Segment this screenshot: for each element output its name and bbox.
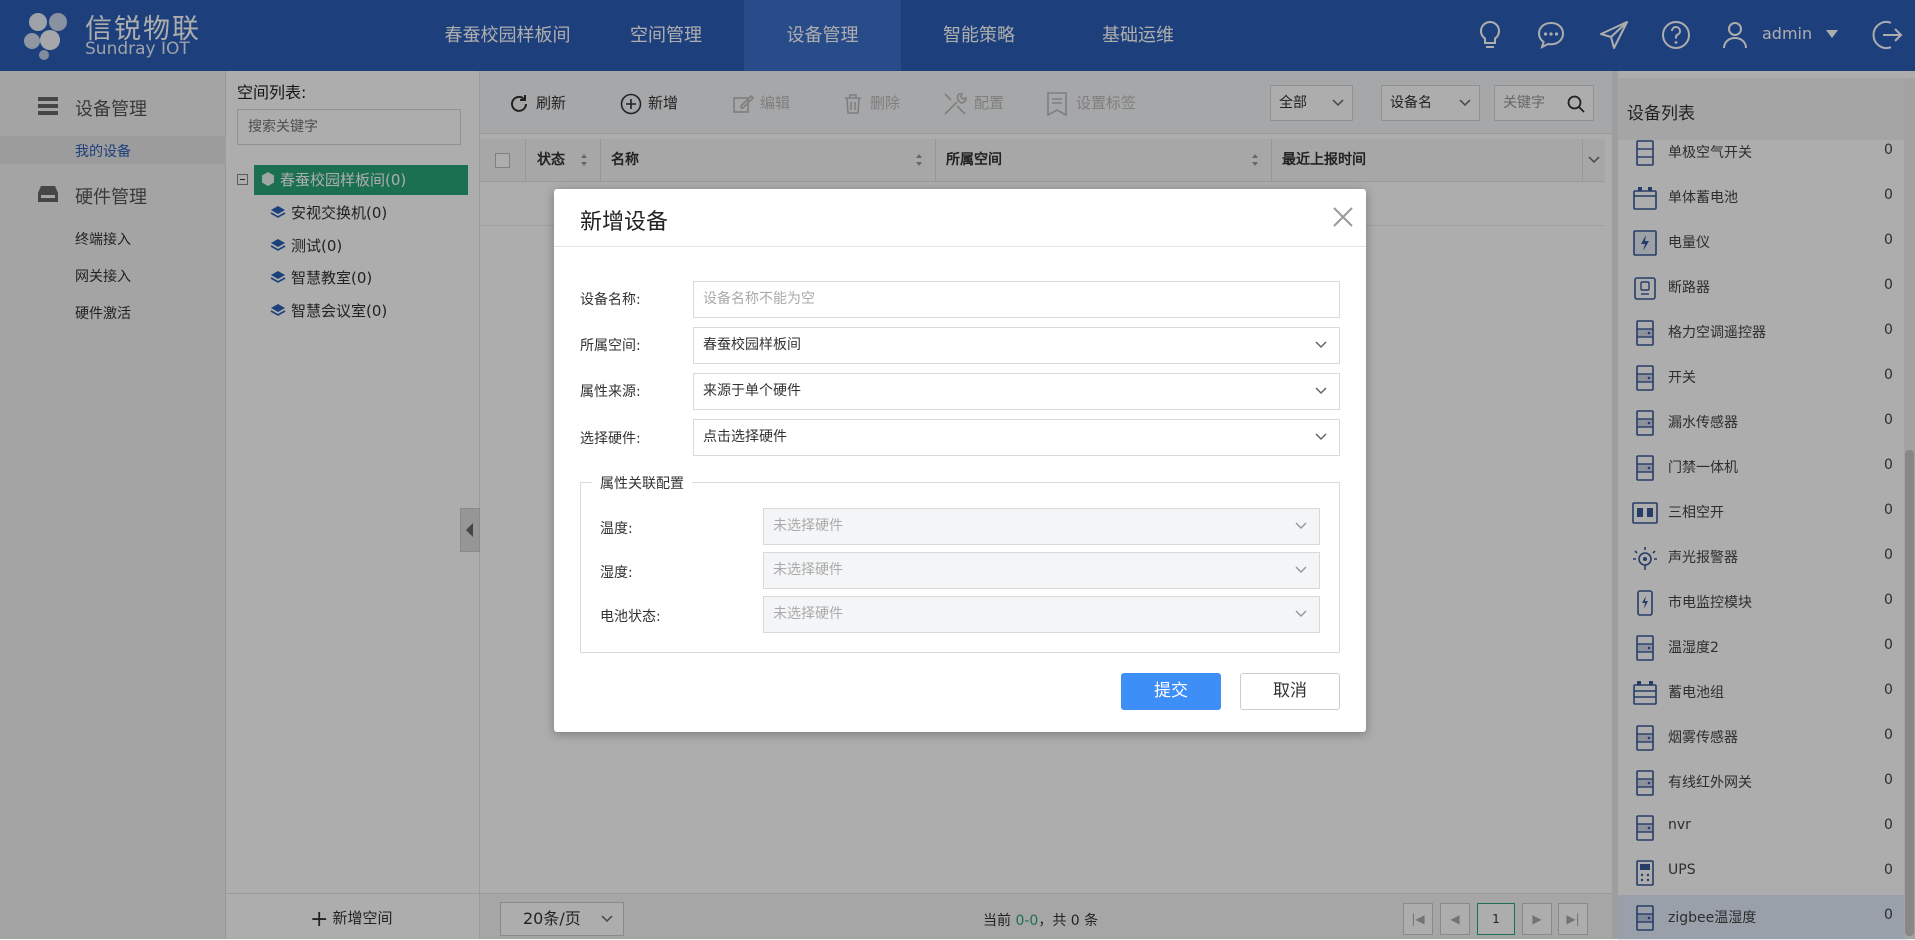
humidity-label: 湿度: [600,565,633,581]
humidity-select-value: 未选择硬件 [773,562,843,578]
device-name-label: 设备名称: [580,292,641,308]
submit-button[interactable]: 提交 [1121,673,1221,710]
chevron-down-icon [1315,341,1327,349]
source-label: 属性来源: [580,384,641,400]
space-select-value: 春蚕校园样板间 [703,337,801,353]
temperature-select[interactable]: 未选择硬件 [763,508,1320,545]
chevron-down-icon [1315,433,1327,441]
hardware-label: 选择硬件: [580,431,641,447]
chevron-down-icon [1315,387,1327,395]
temperature-label: 温度: [600,521,633,537]
device-name-input[interactable]: 设备名称不能为空 [693,281,1340,318]
close-icon[interactable] [1332,206,1354,228]
temperature-select-value: 未选择硬件 [773,518,843,534]
battery-status-label: 电池状态: [600,609,661,625]
space-label: 所属空间: [580,338,641,354]
hardware-select[interactable]: 点击选择硬件 [693,419,1340,456]
chevron-down-icon [1295,566,1307,574]
battery-status-select[interactable]: 未选择硬件 [763,596,1320,633]
humidity-select[interactable]: 未选择硬件 [763,552,1320,589]
dialog-divider [554,246,1366,247]
battery-status-select-value: 未选择硬件 [773,606,843,622]
space-select[interactable]: 春蚕校园样板间 [693,327,1340,364]
cancel-button[interactable]: 取消 [1240,673,1340,710]
hardware-select-value: 点击选择硬件 [703,429,787,445]
chevron-down-icon [1295,610,1307,618]
chevron-down-icon [1295,522,1307,530]
attribute-config-legend: 属性关联配置 [592,473,692,493]
source-select[interactable]: 来源于单个硬件 [693,373,1340,410]
source-select-value: 来源于单个硬件 [703,383,801,399]
dialog-title: 新增设备 [580,210,669,235]
